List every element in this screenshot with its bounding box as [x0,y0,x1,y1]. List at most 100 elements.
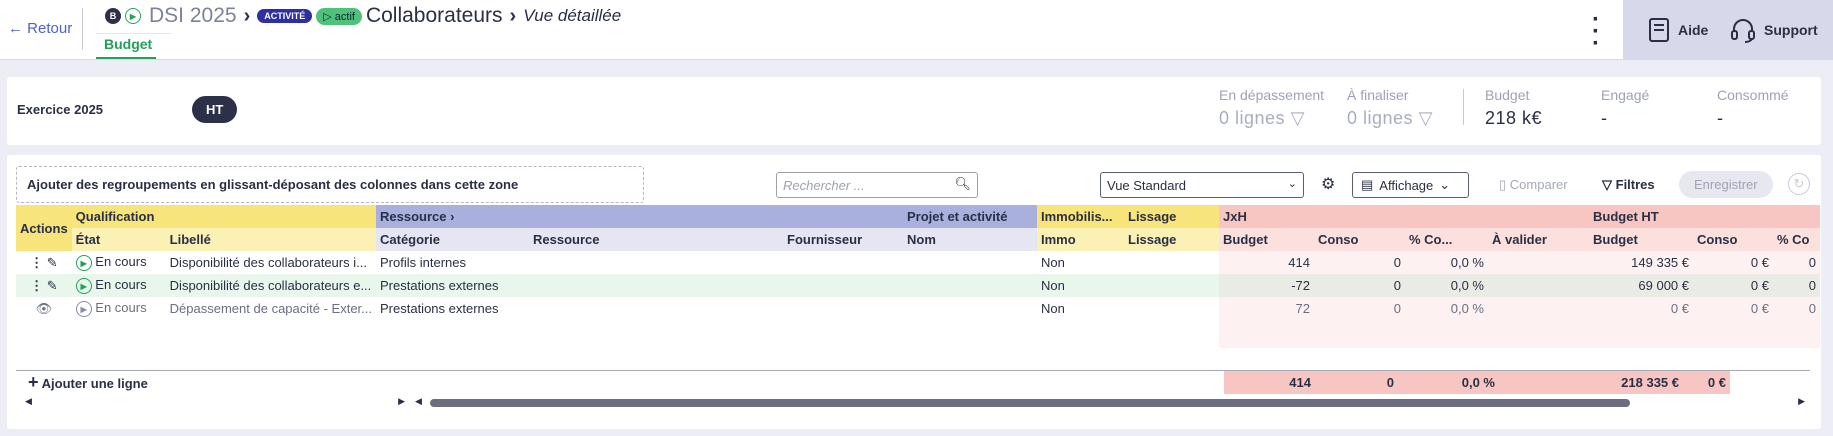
column-header-row: État Libellé Catégorie Ressource Fournis… [16,228,1820,251]
table-row[interactable]: ⋮ ✎ ▶ En cours Disponibilité des collabo… [16,251,1820,274]
add-line-button[interactable]: + Ajouter une ligne [16,371,1224,394]
play-icon: ▶ [75,278,92,295]
compare-icon: ▯ [1499,177,1507,192]
col-immo[interactable]: Immo [1037,228,1124,251]
cell-nom [903,297,1037,320]
cell-jxh-pct: 0,0 % [1405,251,1488,274]
cell-bht-conso: 0 € [1693,274,1773,297]
cell-bht-pct: 0 [1773,251,1820,274]
col-jxh-conso[interactable]: Conso [1314,228,1405,251]
cell-bht-pct: 0 [1773,297,1820,320]
col-jxh-budget[interactable]: Budget [1219,228,1314,251]
scrollbar-thumb[interactable] [430,399,1630,407]
more-menu-icon[interactable]: · · · [1591,8,1601,56]
cell-immo: Non [1041,255,1065,270]
col-nom[interactable]: Nom [903,228,1037,251]
horizontal-scrollbar-main[interactable]: ◀ ▶ [415,396,1805,408]
edit-icon[interactable]: ✎ [47,255,58,270]
col-fournisseur[interactable]: Fournisseur [783,228,903,251]
row-actions: ⋮ ✎ [16,274,72,297]
cell-categorie: Prestations externes [380,278,499,293]
cell-etat: ▶ En cours [72,274,166,297]
refresh-icon[interactable]: ↻ [1788,173,1810,195]
col-actions: Actions [16,205,72,251]
cell-immo: Non [1041,301,1065,316]
cell-libelle: Disponibilité des collaborateurs e... [169,278,372,293]
cell-lissage [1124,274,1219,297]
filter-icon: ▽ [1290,108,1305,128]
search-input[interactable]: Rechercher ... 🔍︎ [776,172,978,198]
compare-button[interactable]: ▯ Comparer [1499,177,1568,193]
display-button[interactable]: ▤ Affichage ⌄ [1352,172,1469,198]
stat-finaliser[interactable]: À finaliser 0 lignes ▽ [1347,87,1433,129]
group-qualification: Qualification [71,205,376,228]
cell-jxh-conso: 0 [1314,251,1405,274]
play-icon: ▶ [75,301,92,318]
col-jxh-valider[interactable]: À valider [1488,228,1589,251]
gear-icon[interactable]: ⚙ [1321,174,1335,194]
col-jxh-pct[interactable]: % Co... [1405,228,1488,251]
kebab-icon[interactable]: ⋮ [30,255,43,270]
book-icon [1649,18,1669,42]
col-libelle[interactable]: Libellé [165,228,376,251]
breadcrumb: B ▶ DSI 2025 › ACTIVITÉ ▷ actif Collabor… [105,4,621,28]
help-button[interactable]: Aide [1648,17,1708,43]
col-etat[interactable]: État [71,228,166,251]
tab-budget[interactable]: Budget [96,36,157,59]
page-title: Collaborateurs [365,4,503,27]
cell-libelle: Disponibilité des collaborateurs i... [169,255,367,270]
divider [82,8,83,50]
group-projet: Projet et activité [903,205,1037,228]
group-lissage: Lissage [1124,205,1219,228]
group-drop-zone[interactable]: Ajouter des regroupements en glissant-dé… [16,166,644,203]
cell-ressource [529,274,783,297]
table-row[interactable]: ⋮ ✎ ▶ En cours Disponibilité des collabo… [16,274,1820,297]
total-jxh-conso: 0 [1315,371,1398,394]
cell-nom [903,251,1037,274]
col-bht-pct[interactable]: % Co [1773,228,1820,251]
kebab-icon[interactable]: ⋮ [30,278,43,293]
chevron-left-icon: ◀ [25,396,32,406]
filter-icon: ▽ [1418,108,1433,128]
col-ressource[interactable]: Ressource [529,228,783,251]
ht-toggle[interactable]: HT [192,96,238,123]
cell-jxh-conso: 0 [1314,274,1405,297]
chevron-down-icon: ⌄ [1439,177,1451,192]
cell-jxh-budget: 72 [1219,297,1314,320]
cell-fournisseur [783,274,903,297]
plus-icon: + [28,372,39,392]
cell-lissage [1124,297,1219,320]
edit-icon[interactable]: ✎ [47,278,58,293]
stat-engage: Engagé - [1601,87,1650,128]
cell-jxh-pct: 0,0 % [1405,274,1488,297]
chevron-right-icon: › [450,209,455,224]
eye-icon[interactable]: 👁︎ [36,301,53,316]
cell-jxh-pct: 0,0 % [1405,297,1488,320]
display-icon: ▤ [1361,177,1374,192]
col-bht-budget[interactable]: Budget [1589,228,1693,251]
save-button[interactable]: Enregistrer [1679,171,1773,198]
group-jxh: JxH [1219,205,1589,228]
col-lissage[interactable]: Lissage [1124,228,1219,251]
cell-jxh-conso: 0 [1314,297,1405,320]
back-link[interactable]: ← Retour [8,20,72,37]
col-categorie[interactable]: Catégorie [376,228,529,251]
breadcrumb-context[interactable]: DSI 2025 [149,4,237,28]
col-bht-conso[interactable]: Conso [1693,228,1773,251]
cell-jxh-budget: -72 [1219,274,1314,297]
support-button[interactable]: Support [1730,17,1818,43]
search-icon[interactable]: 🔍︎ [954,176,971,192]
cell-fournisseur [783,251,903,274]
divider [1463,89,1464,125]
row-actions: 👁︎ [16,297,72,320]
view-select[interactable]: Vue Standard ⌄ [1100,172,1304,198]
cell-bht-conso: 0 € [1693,297,1773,320]
group-ressource[interactable]: Ressource › [376,205,903,228]
cell-jxh-valider [1488,251,1589,274]
cell-bht-budget: 0 € [1589,297,1693,320]
horizontal-scrollbar-left[interactable]: ◀ ▶ [25,396,405,408]
stat-depassement[interactable]: En dépassement 0 lignes ▽ [1219,87,1324,129]
cell-jxh-budget: 414 [1219,251,1314,274]
filters-button[interactable]: ▽ Filtres [1602,177,1655,193]
table-row[interactable]: 👁︎ ▶ En cours Dépassement de capacité - … [16,297,1820,320]
